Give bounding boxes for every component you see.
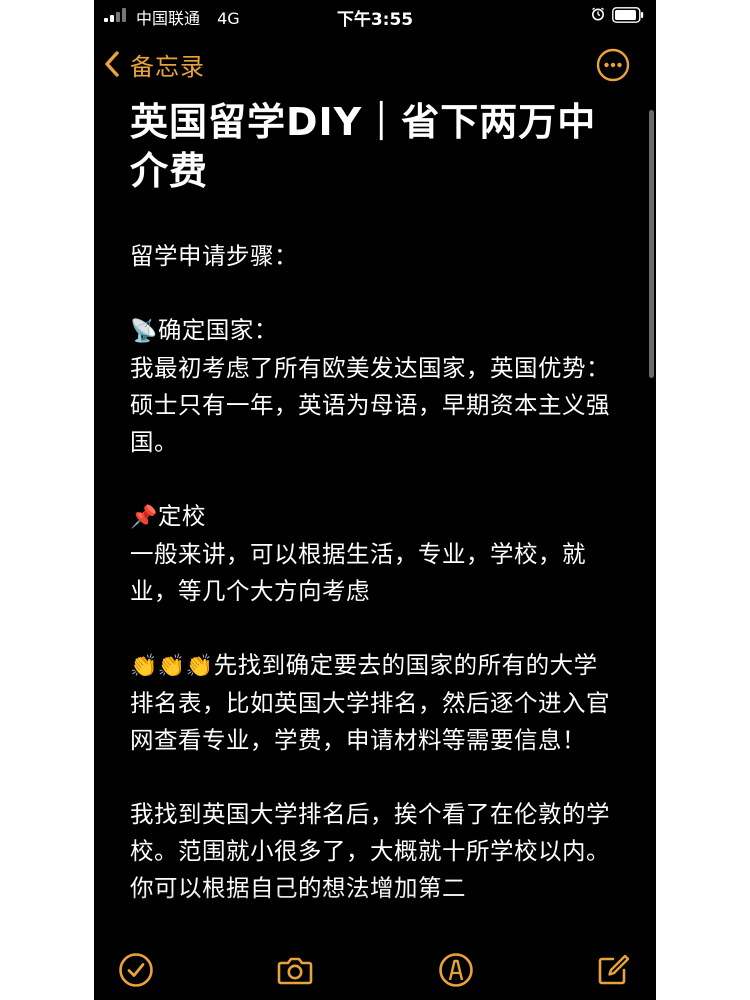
camera-icon[interactable] [275, 950, 315, 990]
section-heading: 📌定校 [130, 498, 610, 536]
note-body[interactable]: 英国留学DIY｜省下两万中介费 留学申请步骤： 📡确定国家： 我最初考虑了所有欧… [130, 96, 610, 907]
pushpin-icon: 📌 [130, 505, 158, 530]
status-bar: 中国联通 4G 下午3:55 [94, 0, 656, 32]
note-title: 英国留学DIY｜省下两万中介费 [130, 100, 597, 193]
battery-icon [612, 7, 644, 23]
satellite-dish-icon: 📡 [130, 319, 158, 344]
bottom-toolbar [94, 944, 656, 994]
status-time: 下午3:55 [336, 10, 414, 30]
clap-paragraph: 👏👏👏先找到确定要去的国家的所有的大学排名表，比如英国大学排名，然后逐个进入官网… [130, 647, 610, 759]
clapping-hands-icon: 👏👏👏 [130, 654, 214, 679]
back-button-label: 备忘录 [130, 52, 205, 81]
note-intro: 留学申请步骤： [130, 242, 298, 270]
compose-icon[interactable] [593, 950, 633, 990]
section-body: 一般来讲，可以根据生活，专业，学校，就业，等几个大方向考虑 [130, 540, 586, 605]
back-button[interactable]: 备忘录 [104, 46, 205, 82]
alarm-clock-icon [592, 7, 604, 21]
section-heading-text: 确定国家： [157, 316, 278, 344]
markup-pen-icon[interactable] [436, 950, 476, 990]
notes-screen: 中国联通 4G 下午3:55 备忘录 英国留学DIY｜省下两万中介费 留学申请步… [94, 0, 656, 1000]
section-body: 我最初考虑了所有欧美发达国家，英国优势：硕士只有一年，英语为母语，早期资本主义强… [130, 354, 610, 456]
scrollbar[interactable] [649, 110, 654, 378]
chevron-left-icon [105, 51, 119, 77]
section-heading: 📡确定国家： [130, 312, 610, 350]
checklist-icon[interactable] [116, 950, 156, 990]
section-heading-text: 定校 [157, 502, 206, 530]
nav-bar: 备忘录 [94, 40, 656, 88]
ellipsis-circle-icon[interactable] [596, 48, 630, 82]
